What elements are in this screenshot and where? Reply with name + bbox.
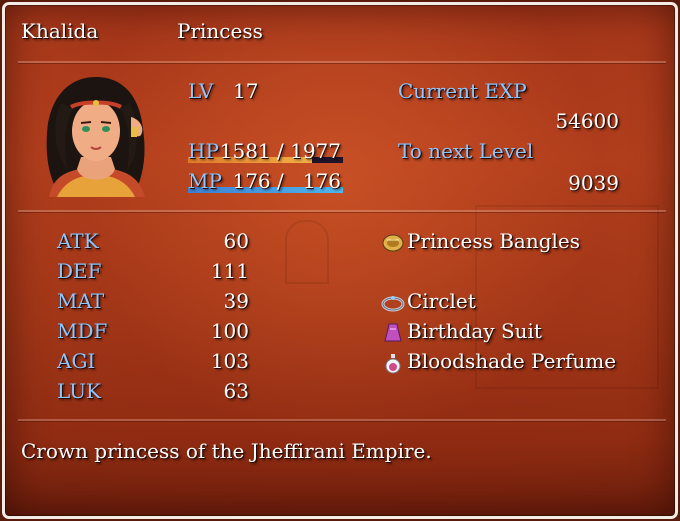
divider-bottom (18, 419, 666, 421)
next-level-value: 9039 (568, 171, 619, 195)
param-label: DEF (57, 259, 102, 283)
param-value: 103 (210, 349, 249, 373)
current-exp-label: Current EXP (398, 79, 527, 103)
level-value: 17 (233, 79, 259, 103)
mp-value: 176 / 176 (232, 169, 341, 193)
circlet-icon (381, 296, 405, 312)
param-label: ATK (57, 229, 99, 253)
actor-name: Khalida (21, 19, 99, 43)
param-value: 100 (210, 319, 249, 343)
param-label: LUK (57, 379, 101, 403)
status-window: Khalida Princess LV 17 HP 1581 / 1977 MP… (2, 2, 678, 519)
param-label: AGI (57, 349, 96, 373)
mp-label: MP (188, 169, 222, 193)
param-value: 111 (210, 259, 249, 283)
equip-slot-2-empty[interactable] (381, 259, 621, 285)
param-label: MAT (57, 289, 105, 313)
birthday-suit-icon (384, 323, 402, 342)
equip-name: Circlet (407, 289, 476, 313)
perfume-icon (385, 354, 401, 374)
param-value: 39 (223, 289, 249, 313)
actor-class: Princess (177, 19, 263, 43)
equip-name: Princess Bangles (407, 229, 581, 253)
level-label: LV (188, 79, 214, 103)
hp-label: HP (188, 139, 219, 163)
param-value: 63 (223, 379, 249, 403)
divider-middle (18, 210, 666, 212)
current-exp-value: 54600 (555, 109, 619, 133)
actor-face-portrait (41, 73, 151, 197)
profile-text: Crown princess of the Jheffirani Empire. (21, 439, 432, 463)
next-level-label: To next Level (398, 139, 534, 163)
equip-name: Birthday Suit (407, 319, 542, 343)
divider-top (18, 61, 666, 63)
bangles-icon (382, 234, 404, 252)
param-label: MDF (57, 319, 108, 343)
param-value: 60 (223, 229, 249, 253)
hp-value: 1581 / 1977 (219, 139, 341, 163)
bg-arch-decoration (285, 220, 329, 284)
equip-name: Bloodshade Perfume (407, 349, 617, 373)
